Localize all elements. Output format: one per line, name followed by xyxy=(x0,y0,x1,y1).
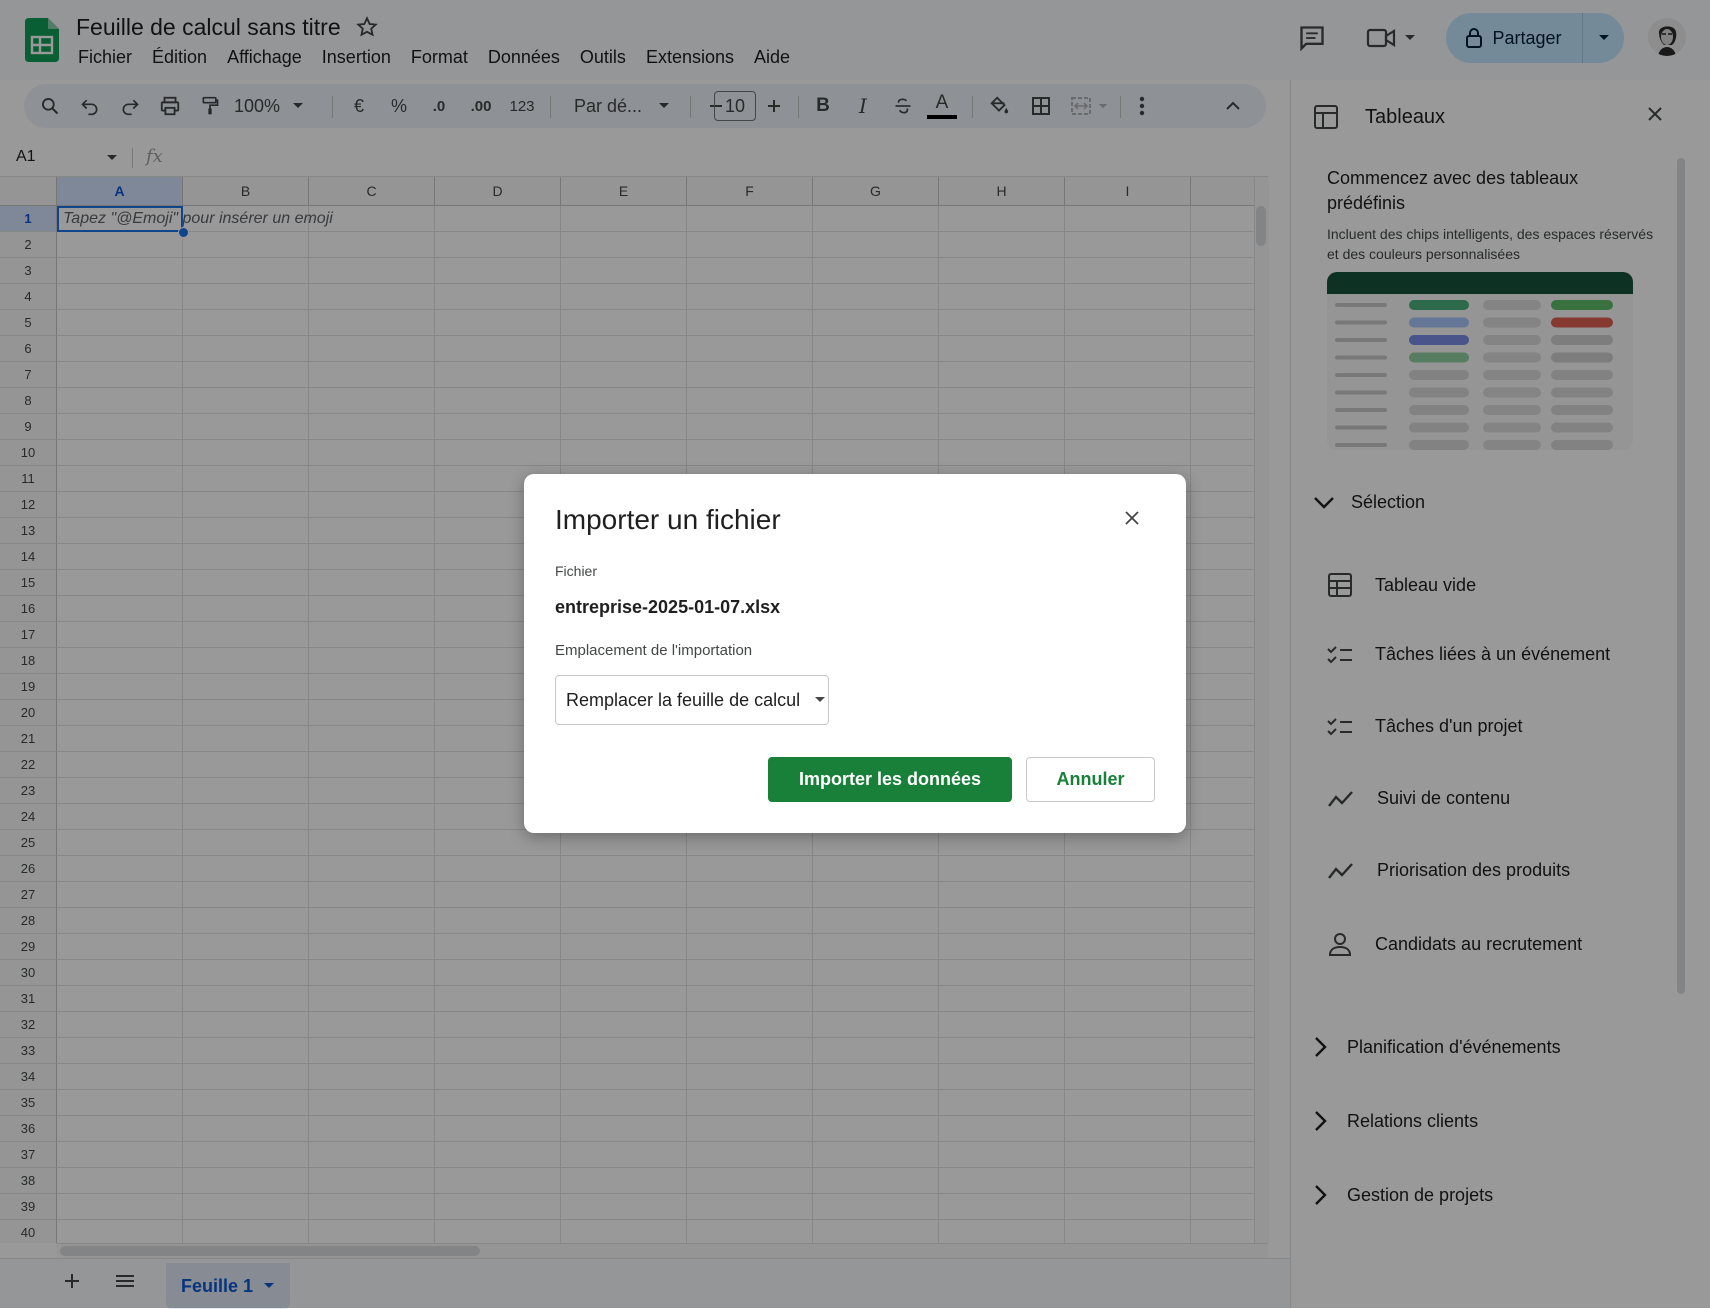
import-location-select[interactable]: Remplacer la feuille de calcul xyxy=(555,675,829,725)
import-file-dialog: Importer un fichier Fichier entreprise-2… xyxy=(524,474,1186,833)
import-location-label: Emplacement de l'importation xyxy=(555,642,753,659)
file-label: Fichier xyxy=(555,563,598,579)
file-name: entreprise-2025-01-07.xlsx xyxy=(555,597,781,617)
close-icon xyxy=(1124,510,1140,526)
close-dialog-button[interactable] xyxy=(1124,510,1140,526)
dialog-title: Importer un fichier xyxy=(555,504,781,535)
cancel-button[interactable]: Annuler xyxy=(1026,757,1155,802)
import-location-value: Remplacer la feuille de calcul xyxy=(566,689,801,710)
import-data-button[interactable]: Importer les données xyxy=(768,757,1012,802)
chevron-down-icon xyxy=(814,696,826,704)
